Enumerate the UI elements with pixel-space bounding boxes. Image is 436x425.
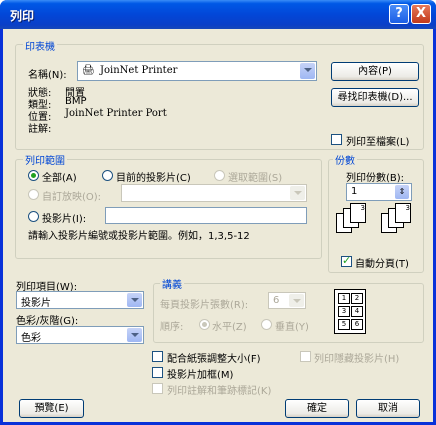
range-slides-label[interactable]: 投影片(I): — [42, 210, 86, 225]
comments-checkbox[interactable] — [152, 383, 163, 394]
range-selection-label: 選取範圍(S) — [228, 173, 283, 184]
slides-input[interactable] — [105, 207, 307, 224]
type-value: BMP — [65, 96, 87, 107]
hidden-slides-label: 列印隱藏投影片(H) — [314, 354, 400, 365]
printer-select[interactable]: 🖨 JoinNet Printer — [77, 61, 317, 81]
preview-cell: 2 — [351, 293, 363, 304]
range-current-label[interactable]: 目前的投影片(C) — [116, 169, 191, 184]
properties-button[interactable]: 內容(P) — [331, 62, 419, 81]
collate-label[interactable]: 自動分頁(T) — [355, 255, 409, 270]
order-horizontal-label: 水平(Z) — [212, 322, 247, 333]
frame-slides-label[interactable]: 投影片加框(M) — [167, 366, 233, 381]
color-label: 色彩/灰階(G): — [16, 316, 79, 327]
comment-label: 註解: — [28, 124, 52, 135]
collate-checkbox[interactable] — [341, 254, 352, 267]
order-label: 順序: — [160, 322, 184, 333]
range-custom-label: 自訂放映(O): — [42, 192, 102, 203]
range-group-title: 列印範圍 — [23, 152, 67, 167]
print-to-file-checkbox[interactable] — [331, 134, 342, 145]
per-page-value: 6 — [273, 295, 280, 306]
printer-name-label: 名稱(N): — [28, 70, 67, 81]
color-value: 色彩 — [21, 333, 41, 344]
preview-cell: 5 — [338, 319, 350, 330]
hidden-slides-checkbox[interactable] — [300, 351, 311, 362]
preview-cell: 3 — [338, 306, 350, 317]
copies-value: 1 — [351, 186, 358, 197]
copies-spinner[interactable]: 1 ⇕ — [346, 183, 412, 201]
print-dialog: 列印 ? X 印表機 名稱(N): 🖨 JoinNet Printer 內容(P… — [0, 0, 436, 425]
print-what-select[interactable]: 投影片 — [16, 291, 144, 309]
printer-group-title: 印表機 — [23, 38, 57, 53]
print-to-file-label[interactable]: 列印至檔案(L) — [346, 133, 409, 148]
copies-group-title: 份數 — [333, 152, 357, 167]
scale-to-fit-label[interactable]: 配合紙張調整大小(F) — [167, 350, 261, 365]
cancel-button[interactable]: 取消 — [356, 399, 420, 418]
handout-layout-preview: 1 2 3 4 5 6 — [334, 289, 366, 334]
dialog-title: 列印 — [10, 9, 35, 23]
order-horizontal-radio[interactable] — [199, 319, 210, 330]
color-select[interactable]: 色彩 — [16, 326, 144, 344]
scale-to-fit-checkbox[interactable] — [152, 351, 163, 362]
where-value: JoinNet Printer Port — [65, 108, 167, 119]
find-printer-button[interactable]: 尋找印表機(D)... — [331, 88, 419, 107]
close-button[interactable]: X — [411, 4, 431, 24]
handouts-group-title: 講義 — [160, 276, 184, 291]
range-current-radio[interactable] — [102, 170, 113, 181]
range-custom-radio[interactable] — [28, 189, 39, 200]
copies-count-label: 列印份數(B): — [346, 173, 405, 184]
frame-slides-checkbox[interactable] — [152, 367, 163, 378]
title-bar: 列印 ? X — [0, 0, 436, 29]
spinner-icon[interactable]: ⇕ — [395, 185, 409, 199]
printer-icon: 🖨 — [82, 65, 95, 76]
comments-label: 列印註解和筆跡標記(K) — [167, 386, 272, 397]
preview-cell: 4 — [351, 306, 363, 317]
print-what-value: 投影片 — [21, 298, 51, 309]
help-button[interactable]: ? — [389, 4, 409, 24]
preview-button[interactable]: 預覽(E) — [19, 399, 84, 418]
per-page-label: 每頁投影片張數(R): — [160, 300, 249, 311]
preview-cell: 1 — [338, 293, 350, 304]
range-hint: 請輸入投影片編號或投影片範圍。例如，1,3,5-12 — [28, 231, 250, 242]
chevron-down-icon — [290, 186, 305, 200]
per-page-select[interactable]: 6 — [268, 292, 306, 309]
range-selection-radio[interactable] — [214, 170, 225, 181]
chevron-down-icon[interactable] — [127, 328, 142, 342]
preview-cell: 6 — [351, 319, 363, 330]
custom-show-select[interactable] — [121, 184, 307, 202]
ok-button[interactable]: 確定 — [285, 399, 349, 418]
range-all-radio[interactable] — [28, 170, 39, 181]
order-vertical-radio[interactable] — [261, 319, 272, 330]
range-slides-radio[interactable] — [28, 211, 39, 222]
chevron-down-icon — [289, 294, 304, 307]
chevron-down-icon[interactable] — [127, 293, 142, 307]
chevron-down-icon[interactable] — [300, 63, 315, 79]
order-vertical-label: 垂直(Y) — [275, 322, 309, 333]
range-all-label[interactable]: 全部(A) — [42, 169, 77, 184]
printer-select-value: JoinNet Printer — [100, 65, 178, 76]
